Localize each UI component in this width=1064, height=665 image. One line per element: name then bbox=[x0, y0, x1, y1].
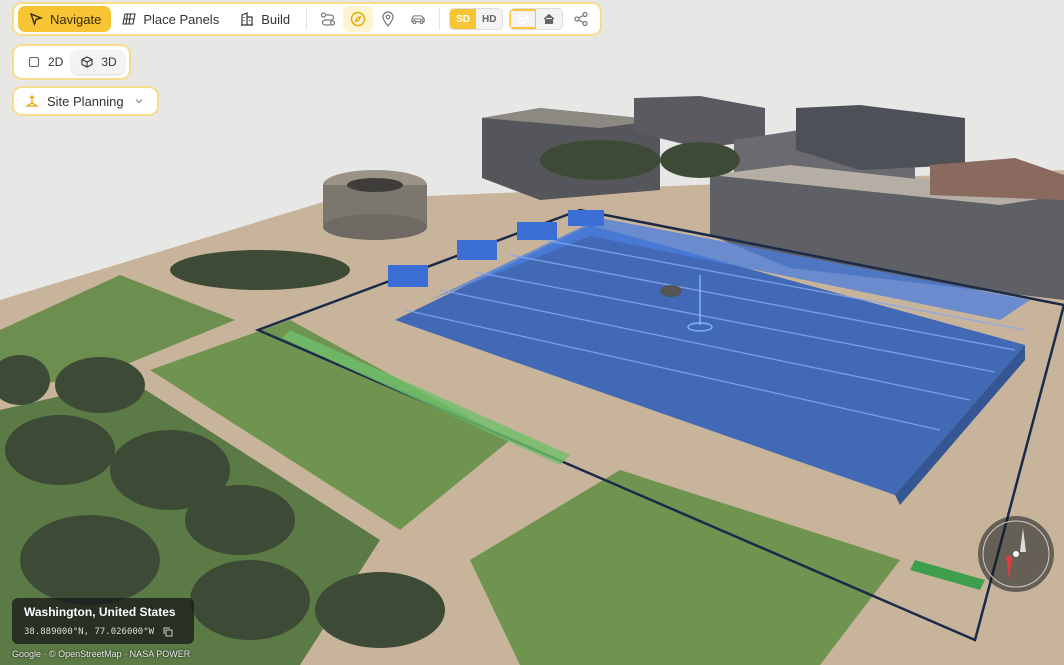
dimension-toggle: 2D 3D bbox=[12, 44, 131, 80]
navigate-button[interactable]: Navigate bbox=[18, 6, 112, 32]
solar-panel-icon bbox=[121, 11, 137, 27]
copy-icon[interactable] bbox=[160, 624, 176, 640]
location-card: Washington, United States 38.889000°N, 7… bbox=[12, 598, 194, 644]
buildings-3d-option[interactable] bbox=[510, 9, 537, 29]
share-icon bbox=[573, 11, 589, 27]
location-city: Washington, United States bbox=[24, 605, 176, 619]
view-3d-label: 3D bbox=[101, 55, 117, 69]
cursor-icon bbox=[28, 11, 44, 27]
mode-dropdown[interactable]: Site Planning bbox=[12, 86, 159, 116]
cube-icon bbox=[79, 54, 95, 70]
drive-button[interactable] bbox=[403, 6, 433, 32]
route-icon bbox=[320, 11, 336, 27]
location-button[interactable] bbox=[373, 6, 403, 32]
coordinates-text: 38.889000°N, 77.026000°W bbox=[24, 627, 155, 637]
build-button[interactable]: Build bbox=[229, 6, 300, 32]
compass-widget[interactable] bbox=[978, 516, 1054, 592]
chevron-down-icon bbox=[131, 93, 147, 109]
checkbox-icon bbox=[26, 54, 42, 70]
toolbar-divider bbox=[439, 8, 441, 30]
navigate-label: Navigate bbox=[50, 11, 102, 27]
site-planning-icon bbox=[24, 93, 40, 109]
location-coordinates: 38.889000°N, 77.026000°W bbox=[24, 624, 182, 640]
pin-icon bbox=[380, 11, 396, 27]
building-icon bbox=[239, 11, 255, 27]
map-attribution[interactable]: Google · © OpenStreetMap · NASA POWER bbox=[12, 649, 190, 659]
share-button[interactable] bbox=[566, 6, 596, 32]
view-2d-label: 2D bbox=[48, 55, 64, 69]
view-3d-button[interactable]: 3D bbox=[71, 50, 125, 74]
sd-option[interactable]: SD bbox=[450, 9, 477, 29]
hd-option[interactable]: HD bbox=[476, 9, 503, 29]
main-toolbar: Navigate Place Panels Build SD HD bbox=[12, 2, 603, 36]
map-3d-view[interactable] bbox=[0, 0, 1064, 665]
house-option[interactable] bbox=[536, 9, 563, 29]
build-label: Build bbox=[261, 11, 291, 27]
quality-toggle: SD HD bbox=[449, 8, 504, 30]
place-panels-button[interactable]: Place Panels bbox=[111, 6, 229, 32]
compass-icon bbox=[350, 11, 366, 27]
toolbar-divider bbox=[306, 8, 308, 30]
layer-toggle bbox=[509, 8, 564, 30]
cube-icon bbox=[511, 11, 536, 27]
house-icon bbox=[537, 11, 562, 27]
car-icon bbox=[410, 11, 426, 27]
place-panels-label: Place Panels bbox=[143, 11, 220, 27]
compass-button[interactable] bbox=[343, 6, 374, 32]
view-2d-button[interactable]: 2D bbox=[18, 50, 71, 74]
mode-label: Site Planning bbox=[47, 93, 124, 109]
route-button[interactable] bbox=[313, 6, 343, 32]
